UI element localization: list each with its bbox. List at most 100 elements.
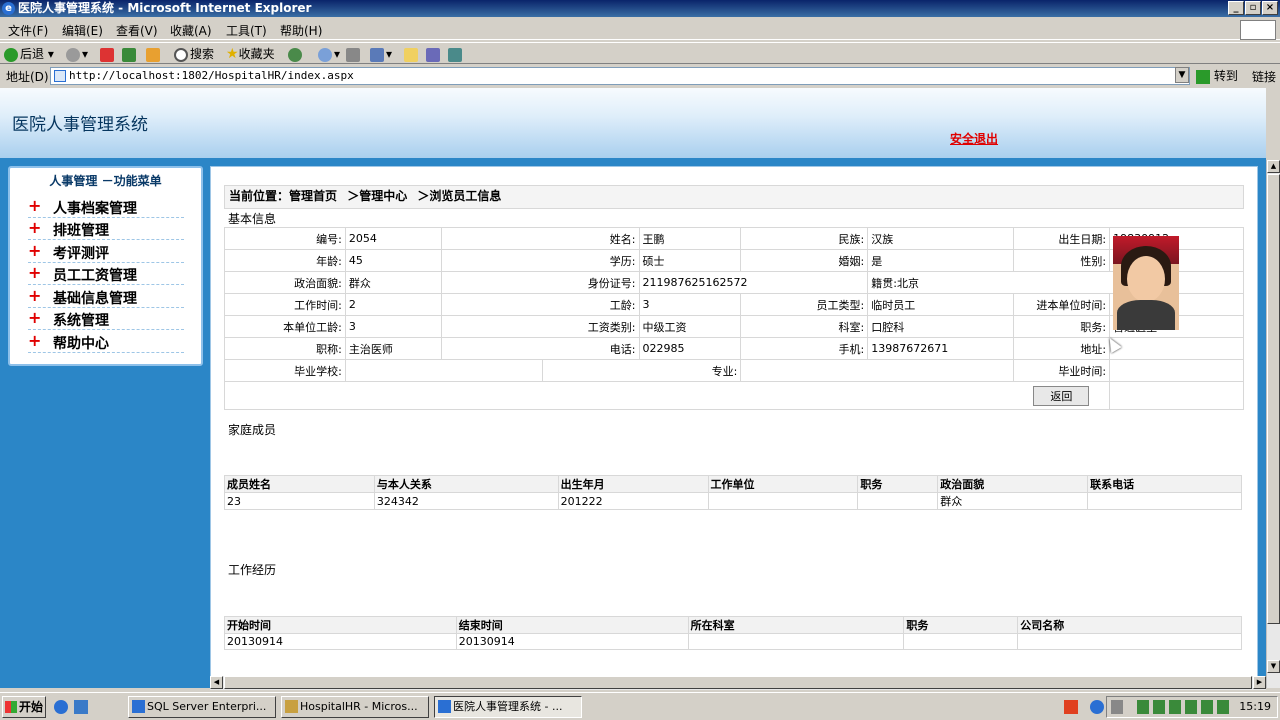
breadcrumb-level2: ＞浏览员工信息 [417, 189, 502, 203]
plus-icon: + [28, 241, 42, 260]
history-button[interactable] [288, 45, 304, 63]
side-menu-title: 人事管理 －功能菜单 [49, 174, 162, 188]
family-cell: 23 [224, 492, 375, 510]
plus-icon: + [28, 263, 42, 282]
scroll-down-arrow-icon[interactable]: ▼ [1267, 660, 1280, 673]
side-item-evaluation[interactable]: + 考评测评 [28, 241, 184, 263]
plus-icon: + [28, 196, 42, 215]
start-button[interactable]: 开始 [2, 696, 46, 718]
ie-logo-icon: e [2, 2, 15, 15]
links-button[interactable]: 链接 [1252, 68, 1276, 85]
tray-app-icon[interactable] [1064, 700, 1078, 714]
scroll-right-arrow-icon[interactable]: ▶ [1253, 676, 1266, 689]
label-birthdate: 出生日期: [1013, 227, 1111, 250]
side-item-salary[interactable]: + 员工工资管理 [28, 263, 184, 285]
breadcrumb-level1[interactable]: ＞管理中心 [347, 189, 407, 203]
refresh-icon [122, 47, 136, 62]
label-id: 编号: [224, 227, 346, 250]
edit-button[interactable]: ▾ [370, 45, 392, 63]
window-title: 医院人事管理系统 - Microsoft Internet Explorer [18, 1, 312, 15]
work-table: 开始时间 结束时间 所在科室 职务 公司名称 20130914 20130914 [224, 616, 1242, 650]
menu-bar: 文件(F) 编辑(E) 查看(V) 收藏(A) 工具(T) 帮助(H) [0, 20, 1280, 40]
family-col-political: 政治面貌 [937, 475, 1089, 493]
menu-tools[interactable]: 工具(T) [226, 22, 267, 39]
ie-quicklaunch-icon[interactable] [54, 700, 68, 714]
scroll-left-arrow-icon[interactable]: ◀ [210, 676, 223, 689]
value-salary-type: 中级工资 [638, 315, 742, 338]
home-icon [146, 47, 160, 62]
research-button[interactable] [448, 45, 464, 63]
mail-button[interactable]: ▾ [318, 45, 340, 63]
family-cell [707, 492, 859, 510]
value-marital: 是 [867, 249, 1015, 272]
help-tray-icon[interactable] [1090, 700, 1104, 714]
value-id: 2054 [344, 227, 442, 250]
forward-button[interactable]: ▾ [66, 45, 88, 63]
side-item-system[interactable]: + 系统管理 [28, 308, 184, 330]
logout-link[interactable]: 安全退出 [950, 130, 998, 147]
label-phone: 电话: [440, 337, 640, 360]
scroll-up-arrow-icon[interactable]: ▲ [1267, 160, 1280, 173]
menu-file[interactable]: 文件(F) [8, 22, 48, 39]
family-col-position: 职务 [857, 475, 939, 493]
search-button[interactable]: 搜索 [174, 45, 214, 63]
vertical-scroll-thumb[interactable] [1267, 174, 1280, 624]
menu-view[interactable]: 查看(V) [116, 22, 158, 39]
return-cell: 返回 [1013, 381, 1111, 410]
windows-logo-icon [1240, 20, 1276, 40]
task-hospitalhr[interactable]: HospitalHR - Micros... [281, 696, 429, 718]
horizontal-scrollbar[interactable]: ◀ ▶ [210, 676, 1266, 690]
return-button[interactable]: 返回 [1033, 385, 1090, 406]
label-unit-years: 本单位工龄: [224, 315, 346, 338]
horizontal-scroll-thumb[interactable] [224, 676, 1252, 689]
print-icon [346, 47, 360, 62]
refresh-button[interactable] [122, 45, 138, 63]
address-dropdown[interactable]: ▼ [1175, 67, 1189, 83]
work-col-department: 所在科室 [687, 616, 905, 634]
value-department: 口腔科 [867, 315, 1015, 338]
desktop-quicklaunch-icon[interactable] [74, 700, 88, 714]
print-button[interactable] [346, 45, 362, 63]
volume-icon[interactable] [1111, 700, 1123, 714]
value-address [1109, 337, 1244, 360]
value-phone: 022985 [638, 337, 742, 360]
value-education: 硕士 [638, 249, 742, 272]
favorites-button[interactable]: ★收藏夹 [226, 45, 275, 63]
work-cell: 20130914 [455, 633, 689, 650]
menu-help[interactable]: 帮助(H) [280, 22, 322, 39]
value-seniority: 3 [638, 293, 742, 316]
side-item-personnel-files[interactable]: + 人事档案管理 [28, 196, 184, 218]
home-button[interactable] [146, 45, 162, 63]
minimize-button[interactable]: _ [1228, 1, 1244, 15]
side-item-help[interactable]: + 帮助中心 [28, 331, 184, 353]
task-ie-active[interactable]: 医院人事管理系统 - ... [434, 696, 582, 718]
side-item-basic-info[interactable]: + 基础信息管理 [28, 286, 184, 308]
search-label: 搜索 [190, 47, 215, 61]
search-icon [174, 47, 188, 62]
tray-icons[interactable] [1137, 700, 1233, 714]
messenger-button[interactable] [426, 45, 442, 63]
maximize-button[interactable]: ▫ [1245, 1, 1261, 15]
research-icon [448, 47, 462, 62]
breadcrumb-home[interactable]: 当前位置：管理首页 [229, 189, 337, 203]
basic-info-heading: 基本信息 [228, 212, 277, 226]
table-row: 23 324342 201222 群众 [224, 492, 1242, 510]
family-col-birth: 出生年月 [557, 475, 709, 493]
address-input[interactable]: http://localhost:1802/HospitalHR/index.a… [50, 67, 1190, 85]
label-idcard: 身份证号: [440, 271, 640, 294]
native-cell: 籍贯:北京 [867, 271, 1244, 294]
start-label: 开始 [19, 700, 44, 714]
spacer-cell [223, 381, 1014, 410]
side-item-scheduling[interactable]: + 排班管理 [28, 218, 184, 240]
value-grad-time [1109, 359, 1244, 382]
menu-favorites[interactable]: 收藏(A) [170, 22, 212, 39]
stop-button[interactable] [100, 45, 116, 63]
task-sql-server[interactable]: SQL Server Enterpri... [128, 696, 276, 718]
vertical-scrollbar[interactable]: ▲ ▼ [1266, 160, 1280, 688]
site-header: 医院人事管理系统 安全退出 [0, 88, 1266, 158]
discuss-button[interactable] [404, 45, 420, 63]
go-button[interactable]: 转到 [1196, 67, 1238, 84]
menu-edit[interactable]: 编辑(E) [62, 22, 103, 39]
back-button[interactable]: 后退 ▾ [4, 45, 54, 63]
close-button[interactable]: × [1262, 1, 1278, 15]
